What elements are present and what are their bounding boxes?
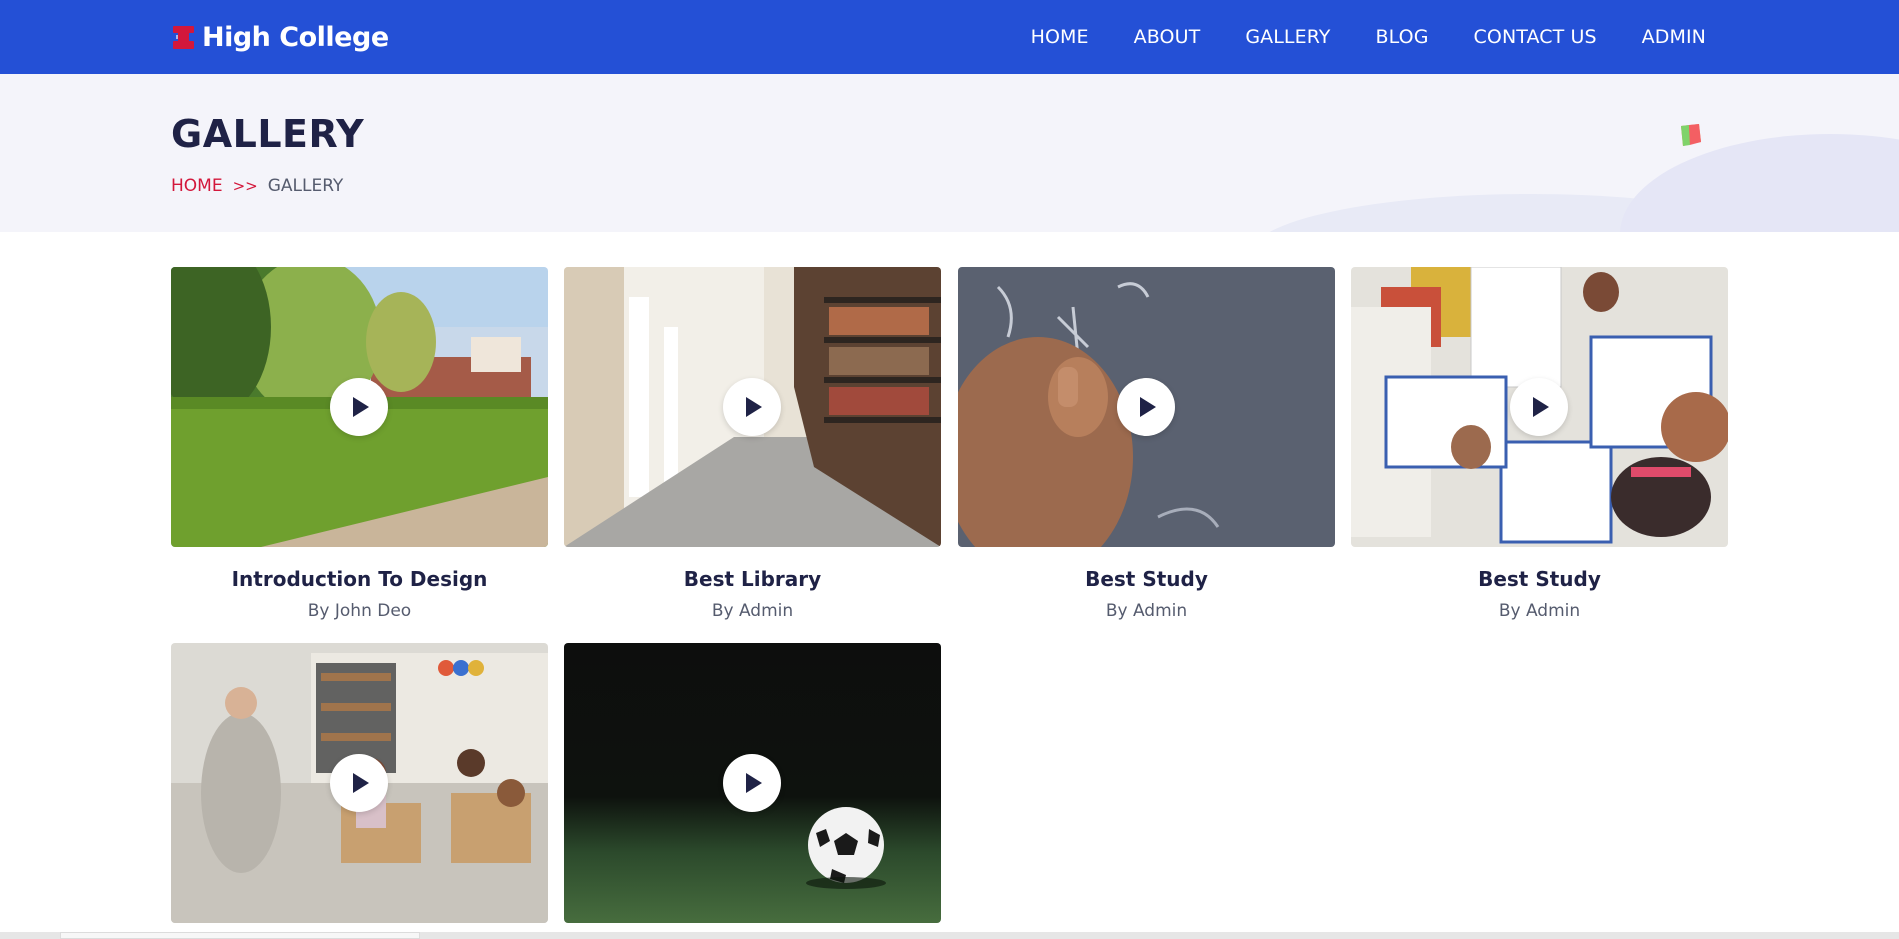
scrollbar-thumb[interactable]: [60, 932, 420, 939]
nav-home[interactable]: HOME: [1031, 26, 1089, 48]
breadcrumb: HOME >> GALLERY: [171, 176, 343, 196]
breadcrumb-separator: >>: [232, 177, 258, 195]
play-button[interactable]: [1117, 378, 1175, 436]
gallery-card: Best Library By Admin: [564, 267, 941, 621]
brand-logo-link[interactable]: High College: [171, 18, 389, 56]
play-icon: [1140, 397, 1156, 417]
page-title: GALLERY: [171, 112, 365, 156]
decorative-cube-icon: [1681, 124, 1701, 146]
gallery-thumbnail[interactable]: [564, 267, 941, 547]
play-icon: [746, 397, 762, 417]
gallery-card-author: By Admin: [1105, 601, 1188, 621]
gallery-card-author: By Admin: [711, 601, 794, 621]
breadcrumb-current: GALLERY: [267, 176, 344, 196]
play-icon: [353, 773, 369, 793]
gallery-thumbnail[interactable]: [958, 267, 1335, 547]
gallery-card-title[interactable]: Best Study: [1351, 567, 1728, 591]
nav-gallery[interactable]: GALLERY: [1245, 26, 1330, 48]
gallery-card: Best Study By Admin: [1351, 267, 1728, 621]
breadcrumb-home-link[interactable]: HOME: [171, 176, 223, 196]
graduation-logo-icon: [173, 26, 194, 49]
play-button[interactable]: [723, 754, 781, 812]
play-button[interactable]: [1510, 378, 1568, 436]
gallery-card: [171, 643, 548, 939]
gallery-card-title[interactable]: Best Library: [564, 567, 941, 591]
gallery-card: Best Study By Admin: [958, 267, 1335, 621]
gallery-thumbnail[interactable]: [1351, 267, 1728, 547]
top-navbar: High College HOME ABOUT GALLERY BLOG CON…: [0, 0, 1899, 74]
horizontal-scrollbar[interactable]: [0, 932, 1899, 939]
nav-blog[interactable]: BLOG: [1376, 26, 1429, 48]
gallery-thumbnail[interactable]: [171, 643, 548, 923]
gallery-card: Introduction To Design By John Deo: [171, 267, 548, 621]
gallery-card-author: By Admin: [1498, 601, 1581, 621]
page-header-banner: GALLERY HOME >> GALLERY: [0, 74, 1899, 232]
gallery-card-author: By John Deo: [307, 601, 412, 621]
nav-admin[interactable]: ADMIN: [1642, 26, 1706, 48]
brand-name: High College: [202, 21, 389, 53]
nav-contact-us[interactable]: CONTACT US: [1474, 26, 1597, 48]
play-button[interactable]: [723, 378, 781, 436]
gallery-card-title[interactable]: Best Study: [958, 567, 1335, 591]
gallery-card: [564, 643, 941, 939]
nav-about[interactable]: ABOUT: [1134, 26, 1201, 48]
gallery-thumbnail[interactable]: [171, 267, 548, 547]
play-button[interactable]: [330, 378, 388, 436]
gallery-card-title[interactable]: Introduction To Design: [171, 567, 548, 591]
play-icon: [746, 773, 762, 793]
play-icon: [353, 397, 369, 417]
play-button[interactable]: [330, 754, 388, 812]
main-nav: HOME ABOUT GALLERY BLOG CONTACT US ADMIN: [1031, 0, 1706, 74]
gallery-thumbnail[interactable]: [564, 643, 941, 923]
decorative-wave: [1620, 134, 1899, 232]
play-icon: [1533, 397, 1549, 417]
